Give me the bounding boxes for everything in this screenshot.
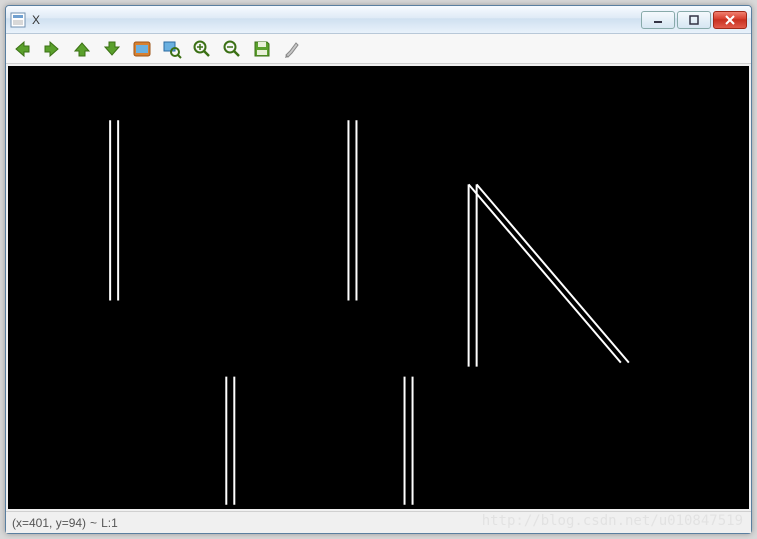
down-button[interactable] [100,37,124,61]
app-window: X [5,5,752,534]
minimize-button[interactable] [641,11,675,29]
zoom-out-icon [222,39,242,59]
maximize-icon [689,15,699,25]
save-icon [252,39,272,59]
line-plot [8,66,749,509]
up-arrow-icon [72,39,92,59]
plot-line [477,184,629,362]
back-arrow-icon [12,39,32,59]
zoom-out-button[interactable] [220,37,244,61]
maximize-button[interactable] [677,11,711,29]
brush-icon [282,39,302,59]
window-title: X [32,13,641,27]
up-button[interactable] [70,37,94,61]
down-arrow-icon [102,39,122,59]
plot-line [469,184,621,362]
status-sep: ~ [90,516,97,530]
forward-button[interactable] [40,37,64,61]
statusbar: (x=401, y=94) ~ L:1 [6,511,751,533]
toolbar [6,34,751,64]
canvas[interactable] [8,66,749,509]
zoom-in-icon [192,39,212,59]
zoom-region-icon [162,39,182,59]
close-button[interactable] [713,11,747,29]
close-icon [725,15,735,25]
app-icon [10,12,26,28]
forward-arrow-icon [42,39,62,59]
home-icon [132,39,152,59]
zoom-region-button[interactable] [160,37,184,61]
zoom-in-button[interactable] [190,37,214,61]
back-button[interactable] [10,37,34,61]
layer-indicator: L:1 [101,516,118,530]
home-button[interactable] [130,37,154,61]
brush-button[interactable] [280,37,304,61]
titlebar[interactable]: X [6,6,751,34]
window-controls [641,11,747,29]
minimize-icon [653,15,663,25]
save-button[interactable] [250,37,274,61]
cursor-coords: (x=401, y=94) [12,516,86,530]
